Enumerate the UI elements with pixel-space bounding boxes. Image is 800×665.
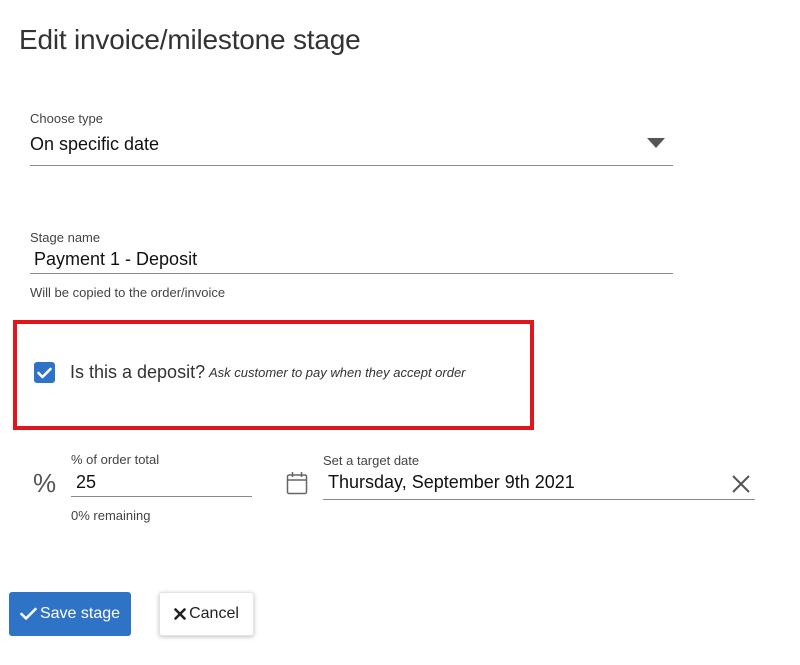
target-date-label: Set a target date [323, 453, 420, 468]
percent-icon: % [33, 468, 57, 498]
checkmark-icon [37, 367, 52, 378]
close-icon [174, 608, 186, 620]
percent-label: % of order total [71, 452, 160, 467]
calendar-icon[interactable] [286, 471, 308, 500]
stage-name-input[interactable]: Payment 1 - Deposit [34, 249, 197, 270]
percent-helper: 0% remaining [71, 508, 151, 523]
save-stage-button[interactable]: Save stage [9, 592, 131, 636]
deposit-label[interactable]: Is this a deposit? [70, 362, 205, 383]
stage-name-helper: Will be copied to the order/invoice [30, 285, 226, 300]
stage-name-underline [30, 273, 673, 274]
page-title: Edit invoice/milestone stage [19, 24, 361, 55]
percent-underline [71, 496, 252, 497]
dropdown-arrow-icon[interactable] [647, 138, 665, 148]
edit-stage-dialog: Edit invoice/milestone stage Choose type… [0, 0, 800, 665]
check-icon [20, 607, 37, 621]
target-date-underline [323, 499, 755, 500]
deposit-hint: Ask customer to pay when they accept ord… [209, 365, 466, 380]
type-select-label: Choose type [30, 111, 103, 126]
stage-name-label: Stage name [30, 230, 101, 245]
cancel-button[interactable]: Cancel [159, 592, 254, 636]
type-select-value[interactable]: On specific date [30, 134, 159, 155]
cancel-label: Cancel [189, 605, 239, 622]
save-stage-label: Save stage [39, 605, 121, 622]
percent-input[interactable]: 25 [76, 472, 96, 493]
type-select-underline [30, 165, 673, 166]
close-icon[interactable] [731, 474, 751, 499]
target-date-input[interactable]: Thursday, September 9th 2021 [328, 472, 575, 493]
deposit-checkbox[interactable] [34, 362, 55, 383]
